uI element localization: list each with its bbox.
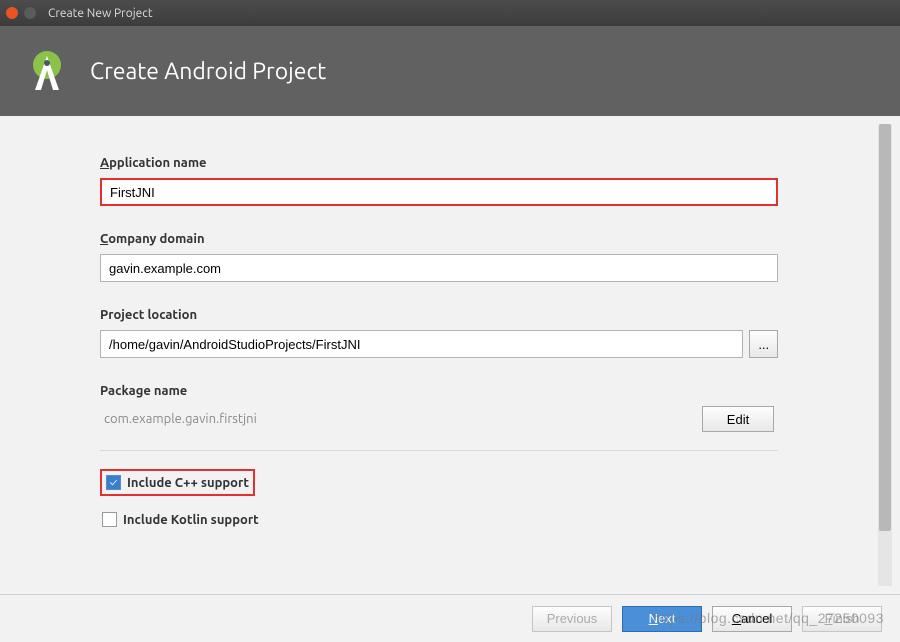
- package-name-label: Package name: [100, 384, 778, 398]
- divider: [100, 450, 778, 451]
- include-cpp-checkbox-row[interactable]: Include C++ support: [100, 469, 255, 496]
- cancel-button[interactable]: Cancel: [712, 606, 792, 632]
- android-studio-logo-icon: [24, 48, 70, 94]
- wizard-content: Application name Company domain Project …: [0, 116, 878, 594]
- wizard-footer: Previous Next Cancel Finish: [0, 594, 900, 642]
- company-domain-label: Company domain: [100, 232, 778, 246]
- window-titlebar: Create New Project: [0, 0, 900, 26]
- application-name-input[interactable]: [100, 178, 778, 206]
- edit-package-button[interactable]: Edit: [702, 406, 774, 432]
- window-minimize-button[interactable]: [24, 7, 36, 19]
- browse-location-button[interactable]: ...: [749, 330, 778, 358]
- include-cpp-label: Include C++ support: [127, 476, 249, 490]
- wizard-title: Create Android Project: [90, 59, 326, 84]
- include-kotlin-checkbox-row[interactable]: Include Kotlin support: [100, 510, 778, 529]
- finish-button: Finish: [802, 606, 882, 632]
- company-domain-input[interactable]: [100, 254, 778, 282]
- project-location-label: Project location: [100, 308, 778, 322]
- window-close-button[interactable]: [6, 7, 18, 19]
- next-button[interactable]: Next: [622, 606, 702, 632]
- wizard-header: Create Android Project: [0, 26, 900, 116]
- include-kotlin-label: Include Kotlin support: [123, 513, 259, 527]
- project-location-input[interactable]: [100, 330, 743, 358]
- scrollbar-thumb[interactable]: [879, 124, 891, 531]
- window-title: Create New Project: [48, 7, 153, 20]
- include-kotlin-checkbox[interactable]: [102, 512, 117, 527]
- package-name-value: com.example.gavin.firstjni: [104, 412, 257, 426]
- application-name-label: Application name: [100, 156, 778, 170]
- include-cpp-checkbox[interactable]: [106, 475, 121, 490]
- previous-button: Previous: [532, 606, 612, 632]
- vertical-scrollbar[interactable]: [878, 124, 892, 586]
